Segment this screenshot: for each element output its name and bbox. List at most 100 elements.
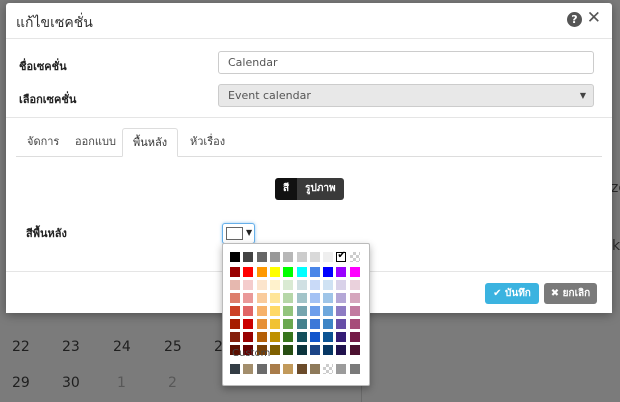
color-swatch[interactable] — [269, 293, 280, 303]
color-swatch[interactable] — [323, 267, 334, 277]
color-swatch[interactable] — [323, 319, 334, 329]
color-swatch[interactable] — [296, 252, 307, 262]
color-swatch[interactable] — [309, 345, 320, 355]
color-swatch[interactable] — [243, 364, 254, 374]
tab-manage[interactable]: จัดการ — [17, 128, 69, 157]
color-swatch[interactable] — [230, 293, 240, 303]
color-swatch[interactable] — [269, 252, 280, 262]
color-swatch[interactable] — [243, 280, 254, 290]
color-swatch[interactable] — [243, 293, 254, 303]
color-swatch[interactable] — [243, 306, 254, 316]
color-swatch[interactable] — [230, 267, 240, 277]
question-circle-icon[interactable]: ? — [567, 12, 582, 27]
color-swatch[interactable] — [243, 319, 254, 329]
color-swatch[interactable] — [243, 332, 254, 342]
tab-header[interactable]: หัวเรื่อง — [180, 128, 235, 157]
tab-background[interactable]: พื้นหลัง — [122, 128, 179, 157]
color-swatch[interactable] — [296, 280, 307, 290]
color-swatch[interactable] — [243, 252, 254, 262]
color-swatch[interactable] — [309, 252, 320, 262]
color-swatch[interactable] — [296, 293, 307, 303]
color-swatch[interactable] — [296, 364, 307, 374]
color-swatch[interactable] — [349, 293, 360, 303]
color-swatch[interactable] — [309, 306, 320, 316]
close-icon[interactable]: ✕ — [587, 9, 601, 27]
color-swatch[interactable] — [269, 267, 280, 277]
color-swatch[interactable] — [296, 345, 307, 355]
color-swatch[interactable] — [349, 364, 360, 374]
color-swatch[interactable] — [296, 319, 307, 329]
cancel-button[interactable]: ✖ ยกเลิก — [544, 283, 597, 304]
color-swatch[interactable] — [349, 319, 360, 329]
tab-design[interactable]: ออกแบบ — [65, 128, 126, 157]
color-swatch[interactable] — [323, 293, 334, 303]
color-swatch[interactable] — [336, 280, 347, 290]
color-swatch[interactable] — [349, 332, 360, 342]
color-swatch[interactable] — [256, 332, 267, 342]
color-swatch[interactable] — [283, 280, 294, 290]
color-swatch[interactable] — [269, 345, 280, 355]
color-swatch[interactable] — [336, 345, 347, 355]
color-swatch[interactable] — [283, 293, 294, 303]
color-swatch[interactable] — [323, 280, 334, 290]
color-swatch[interactable] — [269, 319, 280, 329]
color-swatch[interactable] — [349, 267, 360, 277]
section-name-input[interactable]: Calendar — [218, 51, 594, 74]
color-swatch[interactable] — [349, 345, 360, 355]
color-swatch[interactable] — [309, 319, 320, 329]
color-swatch[interactable] — [309, 332, 320, 342]
color-swatch[interactable] — [230, 332, 240, 342]
color-swatch[interactable] — [336, 267, 347, 277]
color-swatch[interactable] — [336, 319, 347, 329]
color-swatch[interactable] — [269, 364, 280, 374]
color-swatch[interactable] — [256, 319, 267, 329]
color-swatch[interactable] — [296, 306, 307, 316]
color-swatch[interactable] — [309, 280, 320, 290]
color-swatch[interactable] — [230, 319, 240, 329]
toggle-color-button[interactable]: สี — [275, 178, 298, 200]
color-swatch[interactable] — [256, 267, 267, 277]
color-swatch[interactable] — [269, 332, 280, 342]
color-swatch[interactable] — [230, 280, 240, 290]
color-swatch[interactable] — [309, 293, 320, 303]
color-swatch[interactable] — [283, 252, 294, 262]
color-swatch[interactable] — [230, 306, 240, 316]
color-swatch[interactable] — [323, 306, 334, 316]
color-swatch[interactable] — [230, 252, 240, 262]
color-swatch[interactable] — [336, 250, 347, 262]
color-swatch[interactable] — [296, 332, 307, 342]
color-swatch[interactable] — [323, 364, 334, 374]
color-swatch[interactable] — [269, 280, 280, 290]
color-swatch[interactable] — [349, 252, 360, 262]
color-swatch[interactable] — [283, 267, 294, 277]
color-swatch[interactable] — [283, 319, 294, 329]
color-swatch[interactable] — [283, 345, 294, 355]
color-swatch[interactable] — [336, 364, 347, 374]
color-swatch[interactable] — [269, 306, 280, 316]
color-swatch[interactable] — [296, 267, 307, 277]
save-button[interactable]: ✔ บันทึก — [485, 283, 539, 304]
color-swatch[interactable] — [349, 306, 360, 316]
color-swatch[interactable] — [256, 252, 267, 262]
color-swatch[interactable] — [336, 293, 347, 303]
color-picker-button[interactable]: ▼ — [222, 223, 255, 244]
color-swatch[interactable] — [323, 345, 334, 355]
color-swatch[interactable] — [283, 364, 294, 374]
color-swatch[interactable] — [309, 267, 320, 277]
color-swatch[interactable] — [256, 293, 267, 303]
color-swatch[interactable] — [336, 306, 347, 316]
color-swatch[interactable] — [349, 280, 360, 290]
color-swatch[interactable] — [283, 332, 294, 342]
color-swatch[interactable] — [230, 364, 240, 374]
color-swatch[interactable] — [309, 364, 320, 374]
color-swatch[interactable] — [243, 267, 254, 277]
color-swatch[interactable] — [256, 280, 267, 290]
color-swatch[interactable] — [256, 306, 267, 316]
section-select[interactable]: Event calendar ▼ — [218, 84, 594, 107]
color-swatch[interactable] — [283, 306, 294, 316]
color-swatch[interactable] — [323, 332, 334, 342]
color-swatch[interactable] — [323, 252, 334, 262]
color-swatch[interactable] — [336, 332, 347, 342]
color-swatch[interactable] — [256, 364, 267, 374]
toggle-image-button[interactable]: รูปภาพ — [297, 178, 344, 200]
